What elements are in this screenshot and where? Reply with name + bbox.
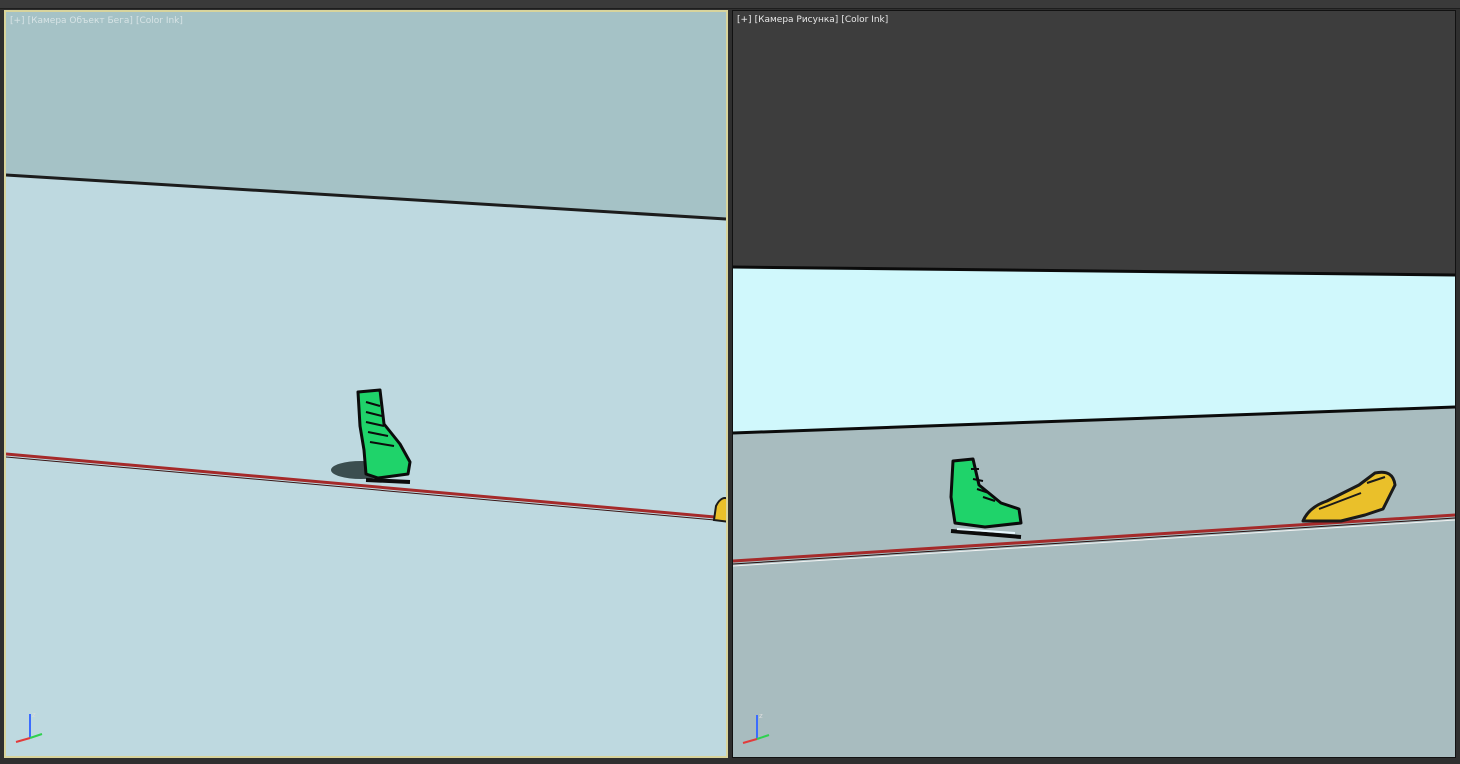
viewport-right-menu-plus[interactable]: [+]: [737, 15, 752, 25]
viewport-left-shading-mode[interactable]: [Color Ink]: [136, 16, 183, 26]
top-toolbar[interactable]: [0, 0, 1460, 9]
viewport-left-menu-plus[interactable]: [+]: [10, 16, 25, 26]
axis-gizmo-icon: z: [742, 712, 770, 744]
right-dark-background: [733, 11, 1455, 275]
viewport-right-shading-mode[interactable]: [Color Ink]: [841, 15, 888, 25]
viewport-right-scene[interactable]: [733, 11, 1455, 757]
viewport-left[interactable]: [+] [Камера Объект Бега] [Color Ink] z: [4, 10, 728, 758]
svg-text:z: z: [32, 711, 36, 719]
right-sky-panel: [733, 267, 1455, 433]
app-window: [+] [Камера Объект Бега] [Color Ink] z […: [0, 0, 1460, 764]
svg-text:z: z: [759, 712, 763, 720]
viewport-left-label[interactable]: [+] [Камера Объект Бега] [Color Ink]: [10, 15, 186, 27]
axis-gizmo-icon: z: [15, 711, 43, 743]
viewport-left-scene[interactable]: [6, 12, 726, 756]
viewport-right-camera-name[interactable]: [Камера Рисунка]: [755, 15, 839, 25]
viewport-right[interactable]: [+] [Камера Рисунка] [Color Ink] z: [732, 10, 1456, 758]
viewport-left-camera-name[interactable]: [Камера Объект Бега]: [28, 16, 133, 26]
viewport-right-label[interactable]: [+] [Камера Рисунка] [Color Ink]: [737, 14, 891, 26]
green-skate-blade: [365, 478, 411, 484]
